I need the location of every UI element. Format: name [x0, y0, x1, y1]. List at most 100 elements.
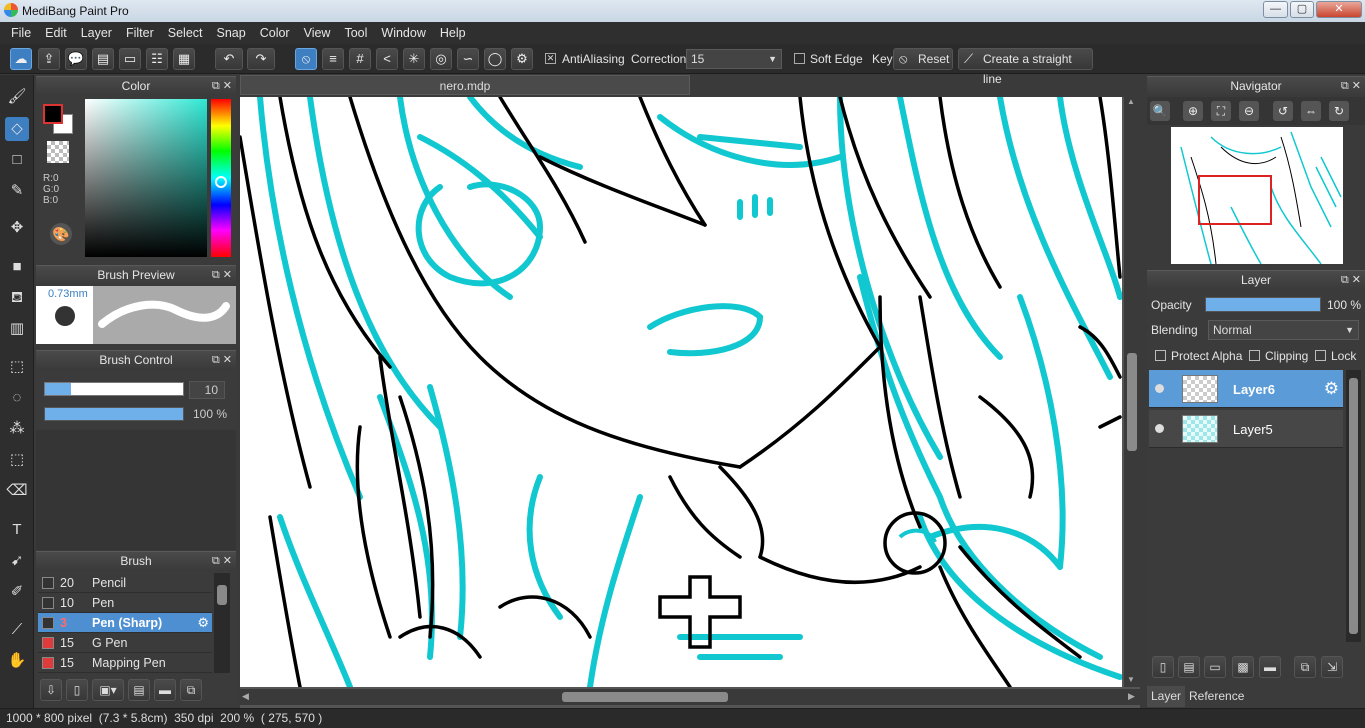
brush-folder-icon[interactable]: ▬: [154, 679, 176, 701]
new-tone-layer-icon[interactable]: ▩: [1232, 656, 1254, 678]
hand-tool-icon[interactable]: ✋: [5, 649, 29, 673]
hue-slider[interactable]: [211, 99, 231, 257]
add-brush-menu-icon[interactable]: ▣▾: [92, 679, 124, 701]
eyedropper-tool-icon[interactable]: ⟋: [5, 618, 29, 642]
protect-alpha-checkbox[interactable]: [1155, 350, 1166, 361]
new-brush-icon[interactable]: ▯: [66, 679, 88, 701]
canvas-vertical-scrollbar[interactable]: ▲ ▼: [1124, 97, 1140, 687]
soft-edge-checkbox[interactable]: [794, 53, 805, 64]
menu-snap[interactable]: Snap: [210, 22, 253, 44]
redo-button[interactable]: ↷: [247, 48, 275, 70]
duplicate-layer-icon[interactable]: ⧉: [1294, 656, 1316, 678]
dot-tool-icon[interactable]: □: [5, 148, 29, 172]
panel-float-close-icons[interactable]: ⧉ ✕: [212, 351, 232, 370]
page-list-icon[interactable]: ☷: [146, 48, 168, 70]
brush-size-slider[interactable]: [44, 382, 184, 396]
snap-settings-gear-icon[interactable]: ⚙: [511, 48, 533, 70]
blur-tool-icon[interactable]: ✎: [5, 179, 29, 203]
scroll-left-arrow-icon[interactable]: ◀: [242, 691, 249, 702]
new-halftone-layer-icon[interactable]: ▤: [1178, 656, 1200, 678]
menu-tool[interactable]: Tool: [337, 22, 374, 44]
scroll-right-arrow-icon[interactable]: ▶: [1128, 691, 1135, 702]
blending-select[interactable]: Normal ▼: [1208, 320, 1359, 340]
parallel-snap-icon[interactable]: ≡: [322, 48, 344, 70]
scroll-down-arrow-icon[interactable]: ▼: [1127, 675, 1135, 684]
panel-float-close-icons[interactable]: ⧉ ✕: [1341, 271, 1361, 290]
upload-icon[interactable]: ⇪: [38, 48, 60, 70]
brush-item-g-pen[interactable]: 15 G Pen: [38, 633, 212, 653]
visibility-eye-icon[interactable]: [1155, 384, 1164, 393]
merge-layer-icon[interactable]: ⇲: [1321, 656, 1343, 678]
curve-snap-icon[interactable]: ∽: [457, 48, 479, 70]
layer-row-layer6[interactable]: Layer6 ⚙: [1149, 370, 1343, 408]
scroll-up-arrow-icon[interactable]: ▲: [1127, 97, 1135, 106]
straight-line-button[interactable]: ⟋ Create a straight line: [958, 48, 1093, 86]
canvas-horizontal-scrollbar[interactable]: ◀ ▶: [240, 689, 1140, 705]
select-eraser-tool-icon[interactable]: ⌫: [5, 479, 29, 503]
radial-snap-icon[interactable]: ✳: [403, 48, 425, 70]
menu-help[interactable]: Help: [433, 22, 473, 44]
page-settings-icon[interactable]: ▦: [173, 48, 195, 70]
grid-snap-icon[interactable]: #: [349, 48, 371, 70]
menu-layer[interactable]: Layer: [74, 22, 119, 44]
new-layer-icon[interactable]: ▯: [1152, 656, 1174, 678]
undo-button[interactable]: ↶: [215, 48, 243, 70]
duplicate-brush-icon[interactable]: ⧉: [180, 679, 202, 701]
rotate-right-icon[interactable]: ↻: [1329, 101, 1349, 121]
panel-float-close-icons[interactable]: ⧉ ✕: [1341, 77, 1361, 96]
menu-edit[interactable]: Edit: [38, 22, 74, 44]
brush-size-value[interactable]: 10: [189, 381, 225, 399]
brush-opacity-slider[interactable]: [44, 407, 184, 421]
brush-settings-gear-icon[interactable]: ⚙: [197, 615, 209, 631]
layer-row-layer5[interactable]: Layer5: [1149, 410, 1343, 448]
zoom-icon[interactable]: 🔍: [1150, 101, 1170, 121]
zoom-out-icon[interactable]: ⊖: [1239, 101, 1259, 121]
hue-slider-knob[interactable]: [215, 176, 227, 188]
brush-item-mapping-pen[interactable]: 15 Mapping Pen: [38, 653, 212, 673]
panel-float-close-icons[interactable]: ⧉ ✕: [212, 552, 232, 571]
move-tool-icon[interactable]: ✥: [5, 216, 29, 240]
message-icon[interactable]: ▤: [92, 48, 114, 70]
bucket-tool-icon[interactable]: ⛾: [5, 286, 29, 310]
menu-select[interactable]: Select: [161, 22, 210, 44]
flip-icon[interactable]: ⇔: [1301, 101, 1321, 121]
minimize-button[interactable]: —: [1263, 1, 1288, 18]
new-folder-icon[interactable]: ▬: [1259, 656, 1281, 678]
palette-icon[interactable]: 🎨: [50, 223, 72, 245]
layer-list-scrollbar[interactable]: [1346, 370, 1361, 642]
clipping-checkbox[interactable]: [1249, 350, 1260, 361]
brush-item-pen[interactable]: 10 Pen: [38, 593, 212, 613]
maximize-button[interactable]: ▢: [1290, 1, 1314, 18]
layer-settings-gear-icon[interactable]: ⚙: [1324, 379, 1339, 399]
document-icon[interactable]: ▭: [119, 48, 141, 70]
layer-list-scroll-thumb[interactable]: [1349, 378, 1358, 634]
operation-tool-icon[interactable]: ➹: [5, 549, 29, 573]
brush-item-pen-sharp[interactable]: 3 Pen (Sharp) ⚙: [38, 613, 212, 633]
drawing-canvas[interactable]: [240, 97, 1122, 687]
tab-reference[interactable]: Reference: [1185, 686, 1248, 707]
text-tool-icon[interactable]: T: [5, 518, 29, 542]
magic-wand-tool-icon[interactable]: ⁂: [5, 417, 29, 441]
menu-window[interactable]: Window: [374, 22, 432, 44]
tab-layer[interactable]: Layer: [1147, 686, 1186, 707]
brush-list-scrollbar[interactable]: [214, 573, 230, 673]
panel-float-close-icons[interactable]: ⧉ ✕: [212, 77, 232, 96]
zoom-in-icon[interactable]: ⊕: [1183, 101, 1203, 121]
concentric-snap-icon[interactable]: ◎: [430, 48, 452, 70]
new-8bit-layer-icon[interactable]: ▭: [1204, 656, 1226, 678]
canvas-horizontal-scroll-thumb[interactable]: [562, 692, 728, 702]
select-pen-tool-icon[interactable]: ⬚: [5, 448, 29, 472]
reset-button[interactable]: ⦸ Reset: [893, 48, 953, 70]
transparent-color-swatch[interactable]: [47, 141, 69, 163]
gradient-tool-icon[interactable]: ▥: [5, 317, 29, 341]
canvas-vertical-scroll-thumb[interactable]: [1127, 353, 1137, 451]
visibility-eye-icon[interactable]: [1155, 424, 1164, 433]
menu-view[interactable]: View: [297, 22, 338, 44]
menu-file[interactable]: File: [4, 22, 38, 44]
lasso-tool-icon[interactable]: ◌: [5, 386, 29, 410]
foreground-color-swatch[interactable]: [43, 104, 63, 124]
layer-opacity-slider[interactable]: [1205, 297, 1321, 312]
menu-color[interactable]: Color: [253, 22, 297, 44]
brush-tool-icon[interactable]: 🖌: [5, 85, 29, 109]
rotate-left-icon[interactable]: ↺: [1273, 101, 1293, 121]
